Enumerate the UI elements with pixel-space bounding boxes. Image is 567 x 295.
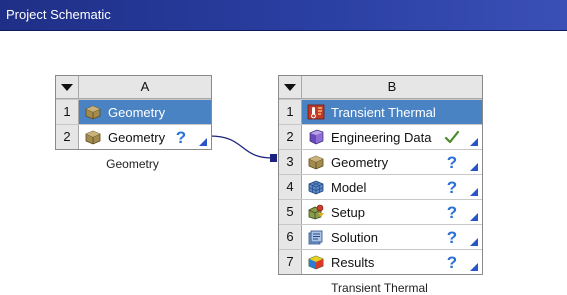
system-b-row-5[interactable]: 5 Setup ? — [279, 199, 482, 224]
check-status-icon — [444, 128, 460, 146]
system-a-cell-label: Geometry — [108, 104, 166, 120]
cell-corner-marker — [470, 188, 478, 196]
system-b-row-4[interactable]: 4 Model ? — [279, 174, 482, 199]
row-number: 3 — [279, 150, 302, 174]
svg-text:?: ? — [447, 153, 457, 171]
system-b-cell-label: Transient Thermal — [331, 104, 436, 120]
system-b-row-6[interactable]: 6 Solution ? — [279, 224, 482, 249]
cell-corner-marker — [470, 138, 478, 146]
system-a-row-2[interactable]: 2 Geometry ? — [56, 124, 211, 149]
row-number: 5 — [279, 200, 302, 224]
dropdown-arrow-icon — [61, 83, 73, 91]
row-number: 4 — [279, 175, 302, 199]
model-icon — [307, 179, 325, 195]
row-number: 6 — [279, 225, 302, 249]
svg-text:?: ? — [176, 128, 186, 146]
solution-icon — [307, 229, 325, 245]
system-a-caption[interactable]: Geometry — [55, 157, 210, 171]
system-b-cell-label: Engineering Data — [331, 129, 432, 145]
system-b-block[interactable]: B 1 Transient Thermal 2 Engineering Data… — [278, 75, 483, 275]
system-a-block[interactable]: A 1 Geometry 2 Geometry ? — [55, 75, 212, 150]
system-a-menu-button[interactable] — [56, 76, 79, 98]
system-a-header: A — [56, 76, 211, 99]
row-number: 7 — [279, 250, 302, 274]
cell-corner-marker — [199, 138, 207, 146]
window-title: Project Schematic — [6, 7, 111, 22]
cell-corner-marker — [470, 263, 478, 271]
project-schematic-titlebar: Project Schematic — [0, 0, 567, 31]
cell-corner-marker — [470, 213, 478, 221]
cell-corner-marker — [470, 163, 478, 171]
setup-icon — [307, 204, 325, 220]
question-status-icon: ? — [444, 153, 460, 172]
system-b-cell-label: Geometry — [331, 154, 389, 170]
geometry-icon — [84, 104, 102, 120]
system-b-header: B — [279, 76, 482, 99]
question-status-icon: ? — [173, 128, 189, 147]
system-b-row-7[interactable]: 7 Results ? — [279, 249, 482, 274]
question-status-icon: ? — [444, 178, 460, 197]
system-b-menu-button[interactable] — [279, 76, 302, 98]
geometry-icon — [307, 154, 325, 170]
system-a-cell-label: Geometry — [108, 129, 166, 145]
system-a-row-1[interactable]: 1 Geometry — [56, 99, 211, 124]
transient-thermal-icon — [307, 104, 325, 120]
svg-text:?: ? — [447, 203, 457, 221]
system-b-row-2[interactable]: 2 Engineering Data — [279, 124, 482, 149]
question-status-icon: ? — [444, 228, 460, 247]
system-b-column-letter: B — [387, 79, 397, 94]
svg-text:?: ? — [447, 178, 457, 196]
system-b-cell-label: Model — [331, 179, 367, 195]
engineering-data-icon — [307, 129, 325, 145]
svg-text:?: ? — [447, 228, 457, 246]
row-number: 2 — [279, 125, 302, 149]
geometry-icon — [84, 129, 102, 145]
system-b-caption[interactable]: Transient Thermal — [278, 281, 481, 295]
system-b-cell-label: Solution — [331, 229, 378, 245]
row-number: 2 — [56, 125, 79, 149]
system-a-column-letter: A — [140, 79, 150, 94]
system-b-cell-label: Setup — [331, 204, 365, 220]
row-number: 1 — [279, 100, 302, 124]
question-status-icon: ? — [444, 203, 460, 222]
system-b-row-3[interactable]: 3 Geometry ? — [279, 149, 482, 174]
results-icon — [307, 254, 325, 270]
svg-text:?: ? — [447, 253, 457, 271]
system-b-cell-label: Results — [331, 254, 375, 270]
cell-corner-marker — [470, 238, 478, 246]
row-number: 1 — [56, 100, 79, 124]
question-status-icon: ? — [444, 253, 460, 272]
dropdown-arrow-icon — [284, 83, 296, 91]
system-b-row-1[interactable]: 1 Transient Thermal — [279, 99, 482, 124]
